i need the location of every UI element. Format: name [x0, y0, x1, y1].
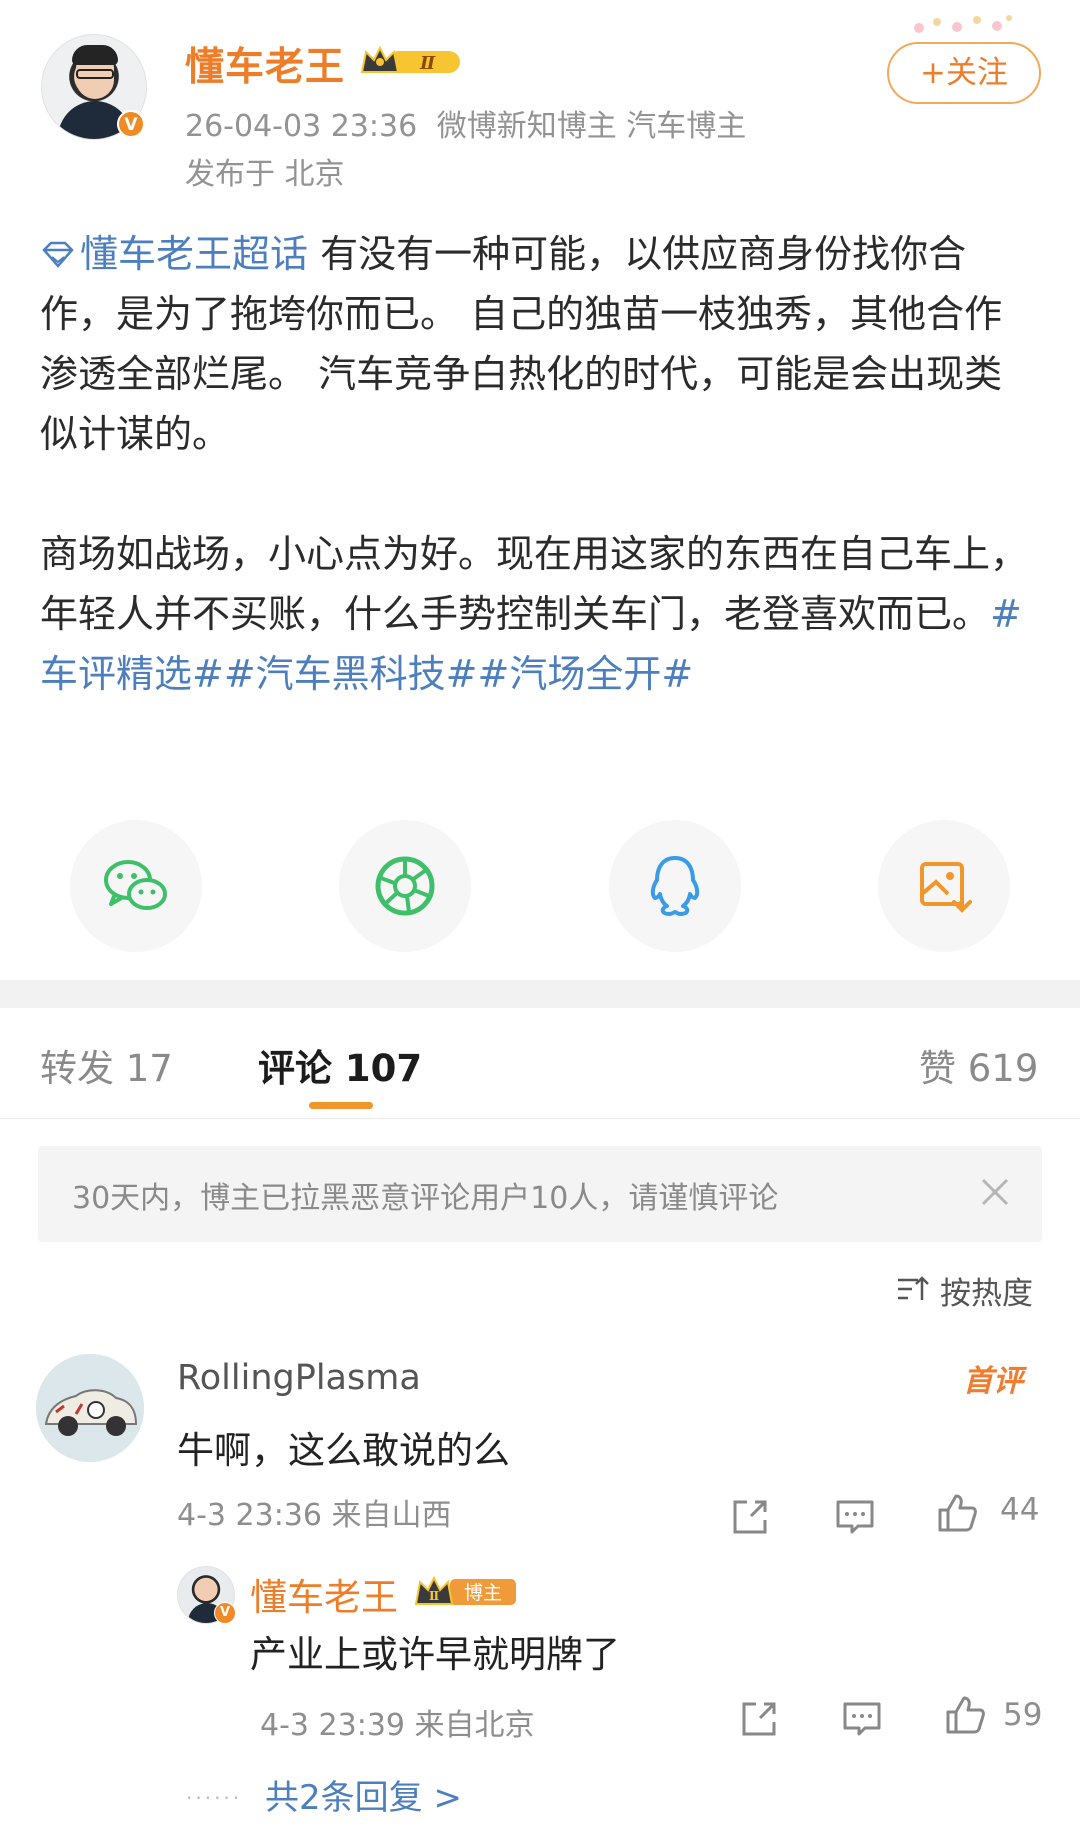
flower-decoration-icon — [914, 15, 1012, 33]
car-avatar-icon — [36, 1354, 144, 1462]
comment-icon[interactable] — [841, 1698, 883, 1740]
view-more-replies-link[interactable]: 共2条回复 > — [265, 1770, 462, 1819]
svg-text:Ⅱ: Ⅱ — [419, 53, 436, 74]
reply-time: 4-3 23:39 来自北京 — [260, 1708, 535, 1743]
more-dots: ······ — [186, 1786, 243, 1810]
comment-text: 牛啊，这么敢说的么 — [177, 1429, 510, 1472]
like-icon[interactable] — [944, 1694, 986, 1736]
tab-likes[interactable]: 赞 619 — [919, 1038, 1038, 1092]
author-tags: 微博新知博主 汽车博主 — [436, 109, 747, 144]
svg-text:Ⅱ: Ⅱ — [429, 1589, 439, 1603]
tabs-divider — [0, 1118, 1080, 1119]
verified-icon: V — [214, 1602, 236, 1624]
post-paragraph-2: 商场如战场，小心点为好。现在用这家的东西在自己车上，年轻人并不买账，什么手势控制… — [40, 532, 1029, 636]
reply-author-name[interactable]: 懂车老王 — [250, 1567, 398, 1621]
like-icon[interactable] — [936, 1492, 978, 1534]
moments-icon — [375, 856, 435, 916]
diamond-icon — [42, 241, 74, 268]
post-meta: 26-04-03 23:36 微博新知博主 汽车博主 — [185, 101, 746, 145]
follow-button[interactable]: +关注 — [887, 42, 1041, 104]
post-location: 发布于 北京 — [185, 157, 345, 192]
qq-icon — [650, 856, 700, 916]
commenter-avatar[interactable] — [36, 1354, 144, 1462]
post-date: 26-04-03 23:36 — [185, 109, 418, 144]
wechat-icon — [104, 860, 167, 910]
verified-icon: V — [117, 110, 145, 138]
author-name[interactable]: 懂车老王 — [185, 36, 345, 92]
comment-icon[interactable] — [834, 1496, 876, 1538]
like-count: 59 — [1003, 1697, 1043, 1733]
blogger-badge-icon: Ⅱ 博主 — [414, 1575, 516, 1605]
tab-comments[interactable]: 评论 107 — [258, 1038, 422, 1092]
reply-text: 产业上或许早就明牌了 — [250, 1633, 620, 1676]
save-image-button[interactable] — [878, 820, 1010, 952]
sort-icon[interactable] — [896, 1274, 930, 1304]
post-body: 懂车老王超话 有没有一种可能，以供应商身份找你合作，是为了拖垮你而已。 自己的独… — [40, 224, 1040, 764]
notice-text: 30天内，博主已拉黑恶意评论用户10人，请谨慎评论 — [72, 1181, 779, 1216]
svg-text:博主: 博主 — [464, 1582, 502, 1604]
tab-repost[interactable]: 转发 17 — [40, 1038, 173, 1092]
share-moments-button[interactable] — [339, 820, 471, 952]
crown-level-icon[interactable]: Ⅱ — [358, 44, 464, 78]
share-icon[interactable] — [738, 1698, 780, 1740]
super-topic-link[interactable]: 懂车老王超话 — [40, 232, 308, 276]
share-icon[interactable] — [729, 1496, 771, 1538]
active-tab-indicator — [309, 1102, 373, 1109]
first-comment-badge: 首评 — [963, 1364, 1023, 1399]
super-topic-label: 懂车老王超话 — [80, 232, 309, 276]
sort-by-hot-button[interactable]: 按热度 — [940, 1268, 1033, 1313]
share-wechat-button[interactable] — [70, 820, 202, 952]
section-divider — [0, 980, 1080, 1008]
commenter-name[interactable]: RollingPlasma — [177, 1358, 421, 1398]
like-count: 44 — [1000, 1492, 1040, 1528]
close-icon[interactable] — [975, 1172, 1015, 1212]
share-qq-button[interactable] — [609, 820, 741, 952]
save-image-icon — [920, 862, 972, 913]
comment-time: 4-3 23:36 来自山西 — [177, 1498, 452, 1533]
